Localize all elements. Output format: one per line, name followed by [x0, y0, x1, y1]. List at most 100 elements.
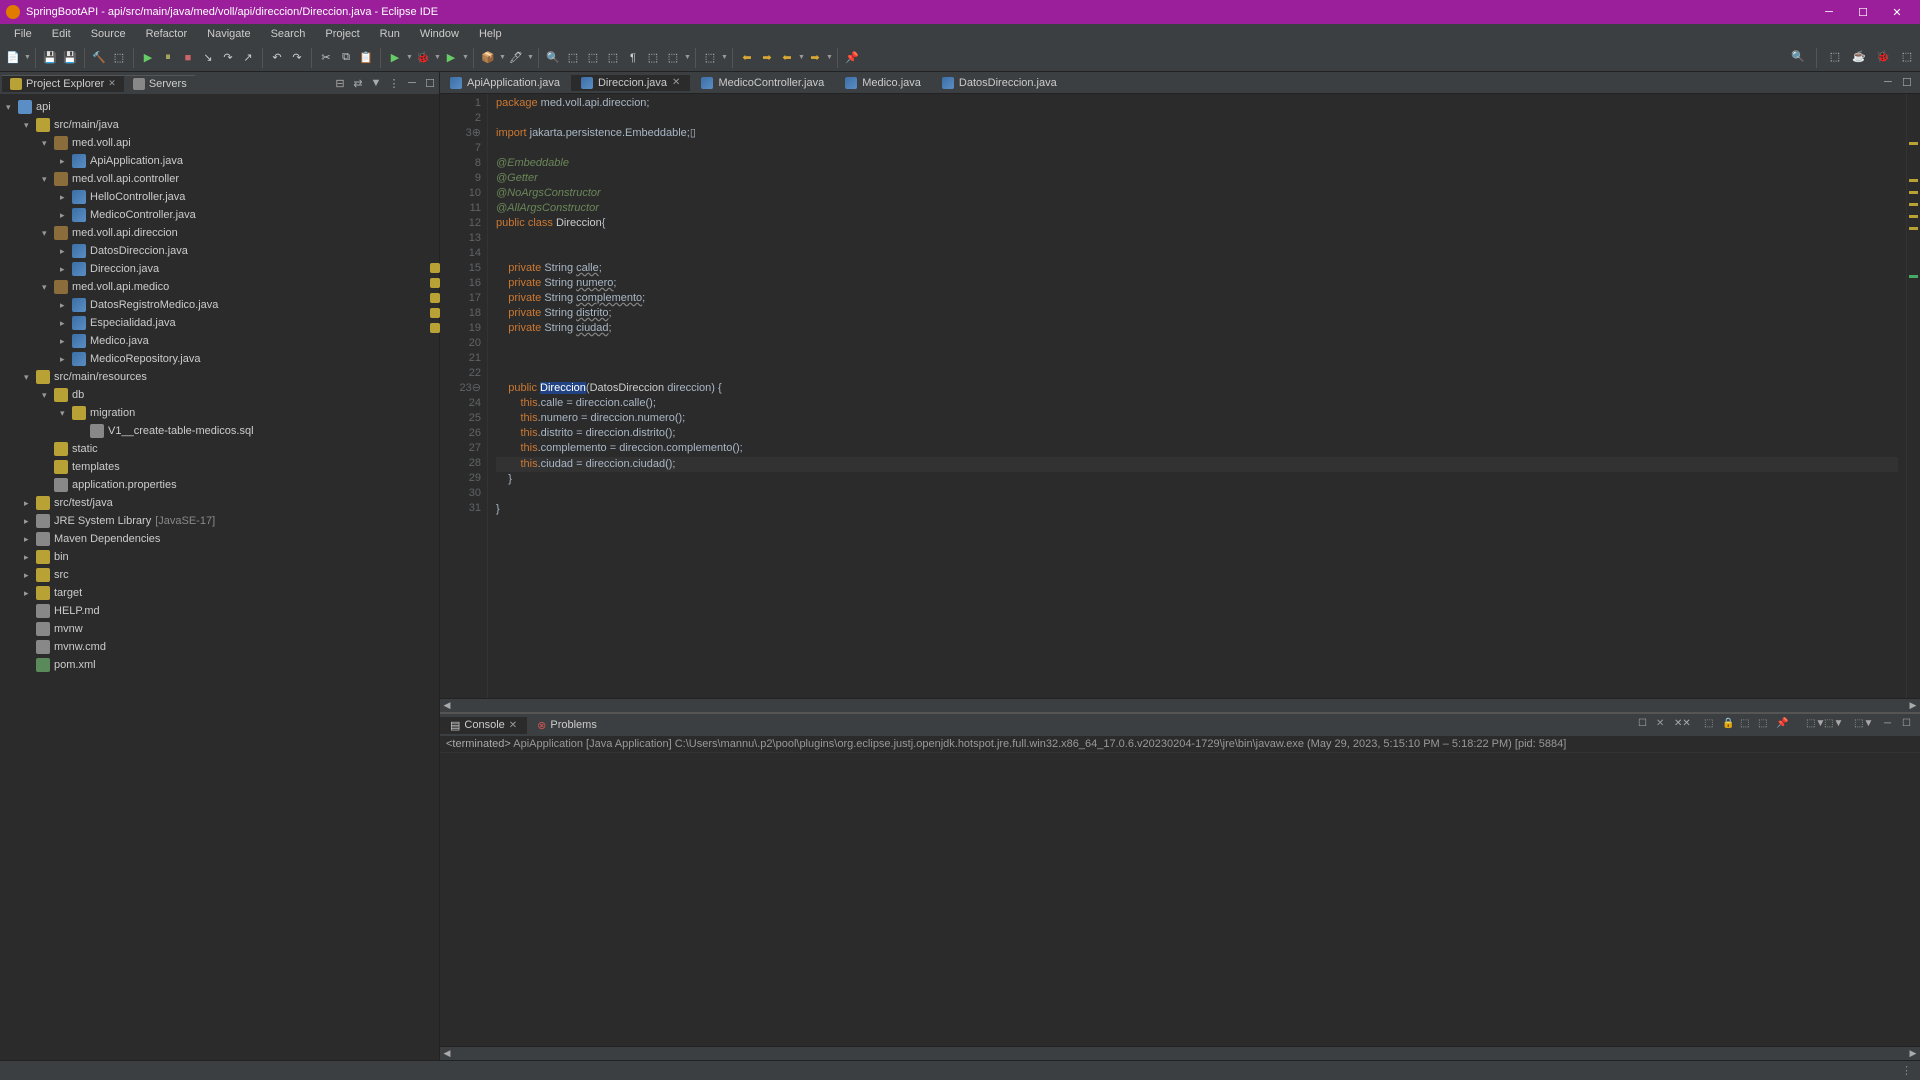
- twisty-icon[interactable]: ▸: [60, 300, 72, 311]
- outline-icon[interactable]: ⬚: [584, 49, 602, 67]
- console-hscrollbar[interactable]: ◀ ▶: [440, 1046, 1920, 1060]
- close-icon[interactable]: ✕: [672, 77, 680, 88]
- editor-tab[interactable]: Medico.java: [835, 75, 931, 91]
- tree-item[interactable]: ▾med.voll.api.medico: [0, 278, 439, 296]
- tree-item[interactable]: ▸DatosDireccion.java: [0, 242, 439, 260]
- java-perspective-icon[interactable]: ☕: [1850, 48, 1868, 66]
- twisty-icon[interactable]: ▸: [60, 318, 72, 329]
- menu-refactor[interactable]: Refactor: [136, 26, 198, 42]
- tree-item[interactable]: mvnw.cmd: [0, 638, 439, 656]
- mark-icon[interactable]: ¶: [624, 49, 642, 67]
- code-editor[interactable]: package med.voll.api.direccion; import j…: [488, 94, 1906, 698]
- tree-item[interactable]: ▸Maven Dependencies: [0, 530, 439, 548]
- open-console-icon[interactable]: ⬚▼: [1824, 718, 1838, 732]
- console-output[interactable]: [440, 753, 1920, 1046]
- editor-tab[interactable]: ApiApplication.java: [440, 75, 570, 91]
- scroll-right-icon[interactable]: ▶: [1906, 1048, 1920, 1059]
- nav-back-alt-button[interactable]: ⬅: [778, 49, 796, 67]
- scroll-left-icon[interactable]: ◀: [440, 1048, 454, 1059]
- pin-console-icon[interactable]: 📌: [1776, 718, 1790, 732]
- tree-item[interactable]: ▾src/main/resources: [0, 368, 439, 386]
- maximize-button[interactable]: ☐: [1846, 0, 1880, 24]
- twisty-icon[interactable]: ▾: [24, 120, 36, 131]
- scroll-left-icon[interactable]: ◀: [440, 700, 454, 711]
- twisty-icon[interactable]: ▸: [24, 516, 36, 527]
- tree-item[interactable]: ▸ApiApplication.java: [0, 152, 439, 170]
- tab-problems[interactable]: ⊗ Problems: [527, 717, 607, 734]
- tree-item[interactable]: mvnw: [0, 620, 439, 638]
- tree-item[interactable]: ▾migration: [0, 404, 439, 422]
- editor-hscrollbar[interactable]: ◀ ▶: [440, 698, 1920, 712]
- toggle-button[interactable]: ⬚: [110, 49, 128, 67]
- twisty-icon[interactable]: ▾: [6, 102, 18, 113]
- run-button[interactable]: ▶: [386, 49, 404, 67]
- twisty-icon[interactable]: ▸: [24, 588, 36, 599]
- close-button[interactable]: ✕: [1880, 0, 1914, 24]
- tab-servers[interactable]: Servers: [125, 75, 195, 92]
- tree-item[interactable]: ▸Direccion.java: [0, 260, 439, 278]
- tab-console[interactable]: ▤ Console ✕: [440, 717, 527, 734]
- display-select-icon[interactable]: ⬚▼: [1806, 718, 1820, 732]
- tree-item[interactable]: ▸src: [0, 566, 439, 584]
- twisty-icon[interactable]: ▾: [42, 138, 54, 149]
- menu-window[interactable]: Window: [410, 26, 469, 42]
- filter-icon[interactable]: ▼: [369, 76, 383, 90]
- tree-item[interactable]: HELP.md: [0, 602, 439, 620]
- tree-item[interactable]: ▸target: [0, 584, 439, 602]
- new-package-icon[interactable]: 📦: [479, 49, 497, 67]
- menu-project[interactable]: Project: [315, 26, 369, 42]
- maximize-console-icon[interactable]: ☐: [1902, 718, 1916, 732]
- wrap-icon[interactable]: ⬚: [644, 49, 662, 67]
- quick-access-icon[interactable]: 🔍: [1789, 48, 1807, 66]
- copy-button[interactable]: ⧉: [337, 49, 355, 67]
- menu-edit[interactable]: Edit: [42, 26, 81, 42]
- cut-button[interactable]: ✂: [317, 49, 335, 67]
- minimize-editor-icon[interactable]: ─: [1884, 76, 1898, 90]
- scroll-lock-icon[interactable]: 🔒: [1722, 718, 1736, 732]
- tree-item[interactable]: V1__create-table-medicos.sql: [0, 422, 439, 440]
- menu-run[interactable]: Run: [370, 26, 410, 42]
- next-annotation-icon[interactable]: ⬚: [701, 49, 719, 67]
- step-into-icon[interactable]: ↘: [199, 49, 217, 67]
- scroll-right-icon[interactable]: ▶: [1906, 700, 1920, 711]
- coverage-button[interactable]: ▶: [442, 49, 460, 67]
- tree-item[interactable]: ▸JRE System Library[JavaSE-17]: [0, 512, 439, 530]
- collapse-all-icon[interactable]: ⊟: [333, 76, 347, 90]
- tree-item[interactable]: ▸bin: [0, 548, 439, 566]
- redo-button[interactable]: ↷: [288, 49, 306, 67]
- editor-tab[interactable]: Direccion.java✕: [571, 75, 690, 91]
- save-button[interactable]: 💾: [41, 49, 59, 67]
- close-icon[interactable]: ✕: [108, 78, 116, 89]
- step-return-icon[interactable]: ↗: [239, 49, 257, 67]
- editor-tab[interactable]: DatosDireccion.java: [932, 75, 1067, 91]
- twisty-icon[interactable]: ▸: [60, 336, 72, 347]
- tree-item[interactable]: ▾api: [0, 98, 439, 116]
- tree-item[interactable]: ▸Especialidad.java: [0, 314, 439, 332]
- twisty-icon[interactable]: ▸: [60, 156, 72, 167]
- maximize-editor-icon[interactable]: ☐: [1902, 76, 1916, 90]
- terminate-all-icon[interactable]: ☐: [1638, 718, 1652, 732]
- link-editor-icon[interactable]: ⇄: [351, 76, 365, 90]
- twisty-icon[interactable]: ▾: [42, 390, 54, 401]
- menu-help[interactable]: Help: [469, 26, 512, 42]
- debug-resume-icon[interactable]: ▶: [139, 49, 157, 67]
- tree-item[interactable]: ▾med.voll.api: [0, 134, 439, 152]
- minimize-view-icon[interactable]: ─: [405, 76, 419, 90]
- task-icon[interactable]: ⬚: [604, 49, 622, 67]
- nav-forward-button[interactable]: ➡: [758, 49, 776, 67]
- step-over-icon[interactable]: ↷: [219, 49, 237, 67]
- maximize-view-icon[interactable]: ☐: [423, 76, 437, 90]
- open-perspective-icon[interactable]: ⬚: [1826, 48, 1844, 66]
- twisty-icon[interactable]: ▾: [60, 408, 72, 419]
- tree-item[interactable]: ▸HelloController.java: [0, 188, 439, 206]
- new-console-icon[interactable]: ⬚▼: [1854, 718, 1868, 732]
- annotation-icon[interactable]: ⬚: [664, 49, 682, 67]
- tree-item[interactable]: ▾db: [0, 386, 439, 404]
- tree-item[interactable]: static: [0, 440, 439, 458]
- show-console-icon[interactable]: ⬚: [1758, 718, 1772, 732]
- twisty-icon[interactable]: ▸: [60, 210, 72, 221]
- nav-forward-alt-button[interactable]: ➡: [806, 49, 824, 67]
- remove-all-icon[interactable]: ✕✕: [1674, 718, 1688, 732]
- twisty-icon[interactable]: ▸: [24, 534, 36, 545]
- editor-tab[interactable]: MedicoController.java: [691, 75, 834, 91]
